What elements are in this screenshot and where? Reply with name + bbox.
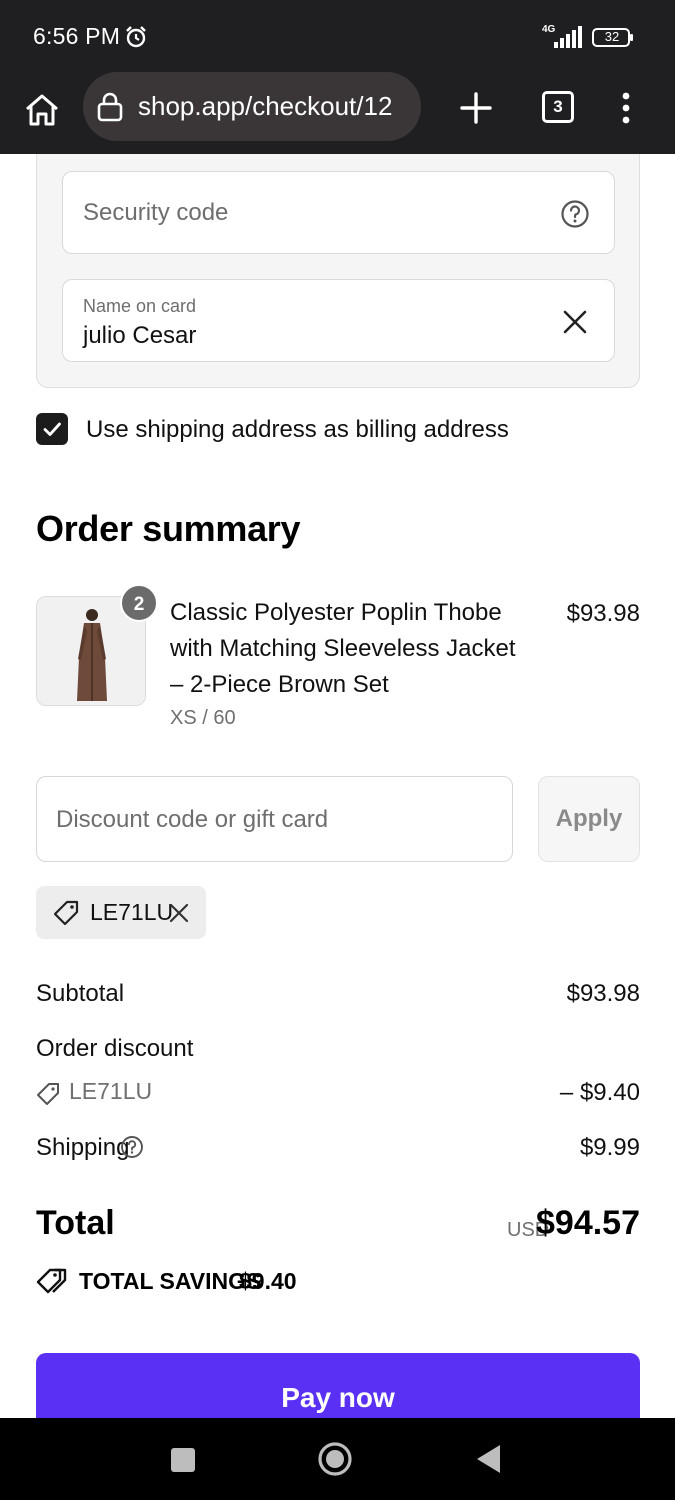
back-icon[interactable] (474, 1443, 502, 1475)
security-code-field[interactable]: Security code (62, 171, 615, 254)
applied-discount-chip: LE71LU (36, 886, 206, 939)
lock-icon (97, 92, 123, 122)
order-discount-label: Order discount (36, 1035, 194, 1062)
tag-icon (37, 1083, 59, 1105)
remove-discount-icon[interactable] (168, 902, 190, 924)
status-bar: 6:56 PM 4G 32 (0, 0, 675, 72)
system-nav-bar (0, 1418, 675, 1500)
name-on-card-value: julio Cesar (83, 322, 197, 349)
tag-icon (53, 900, 79, 926)
product-price: $93.98 (566, 600, 640, 627)
total-amount: $94.57 (536, 1204, 640, 1242)
order-summary-title: Order summary (36, 508, 301, 549)
checkmark-icon (43, 422, 61, 436)
home-button-icon[interactable] (317, 1441, 353, 1477)
address-bar[interactable]: shop.app/checkout/12 (83, 72, 421, 141)
checkout-page: Security code Name on card julio Cesar U… (0, 154, 675, 1418)
total-savings-label: TOTAL SAVINGS (79, 1268, 262, 1294)
product-title: Classic Polyester Poplin Thobe with Matc… (170, 599, 516, 698)
battery-level: 32 (604, 29, 620, 44)
apply-button[interactable]: Apply (538, 776, 640, 862)
subtotal-value: $93.98 (566, 980, 640, 1007)
product-variant: XS / 60 (170, 707, 236, 729)
discount-code-field[interactable] (36, 776, 513, 862)
total-savings-amount: $9.40 (239, 1268, 297, 1294)
subtotal-label: Subtotal (36, 980, 125, 1007)
shipping-help-icon[interactable] (120, 1135, 144, 1159)
quantity-badge: 2 (120, 584, 158, 622)
order-discount-code: LE71LU (69, 1078, 153, 1104)
security-code-placeholder: Security code (83, 199, 229, 226)
status-time: 6:56 PM (33, 23, 121, 49)
billing-checkbox-label: Use shipping address as billing address (86, 416, 509, 443)
shipping-label: Shipping (36, 1134, 130, 1161)
name-on-card-field[interactable]: Name on card julio Cesar (62, 279, 615, 362)
url-text: shop.app/checkout/12 (138, 91, 393, 121)
applied-discount-code: LE71LU (90, 899, 174, 925)
home-icon[interactable] (22, 90, 62, 130)
order-discount-value: – $9.40 (559, 1079, 640, 1106)
clear-icon[interactable] (560, 307, 590, 337)
browser-toolbar: shop.app/checkout/12 3 (0, 72, 675, 154)
card-details-panel: Security code Name on card julio Cesar (36, 154, 640, 388)
name-on-card-label: Name on card (83, 296, 197, 316)
tab-switcher-button[interactable]: 3 (542, 91, 574, 123)
new-tab-icon[interactable] (458, 90, 494, 126)
billing-checkbox[interactable] (36, 413, 68, 445)
more-menu-icon[interactable] (612, 90, 640, 126)
shipping-value: $9.99 (579, 1134, 640, 1161)
signal-icon (554, 26, 582, 48)
savings-tag-icon (36, 1268, 67, 1294)
total-label: Total (36, 1204, 115, 1242)
help-icon[interactable] (560, 199, 590, 229)
alarm-icon (126, 26, 146, 48)
recent-apps-icon[interactable] (171, 1448, 195, 1472)
discount-code-input[interactable] (56, 803, 486, 837)
pay-now-button[interactable]: Pay now (36, 1353, 640, 1418)
